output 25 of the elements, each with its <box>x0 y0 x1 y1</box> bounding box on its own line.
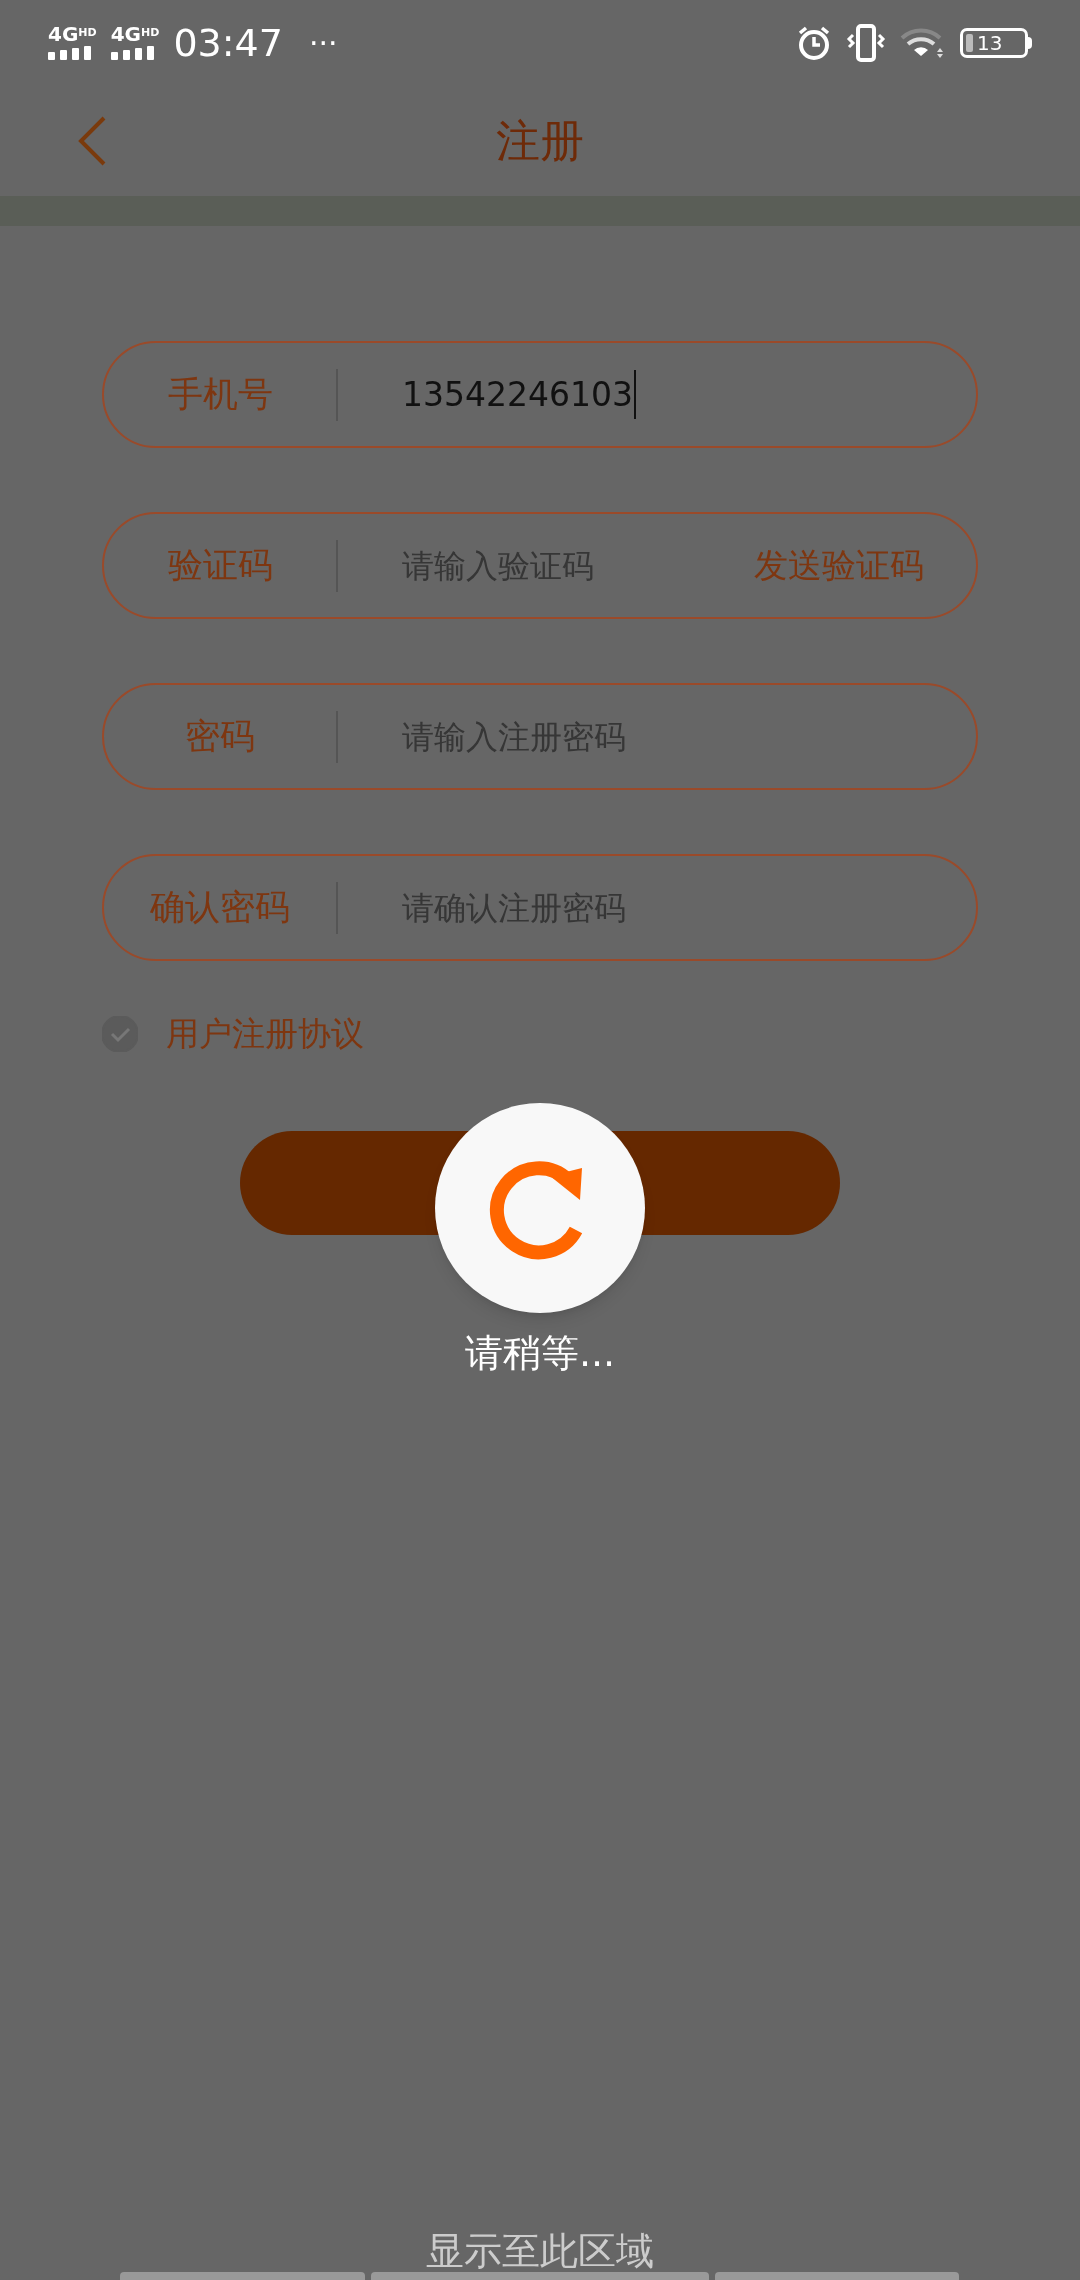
display-area-hint: 显示至此区域 <box>426 2232 654 2270</box>
back-icon[interactable] <box>76 114 108 168</box>
checkbox[interactable] <box>102 1015 138 1052</box>
signal-icon <box>110 44 157 62</box>
keyboard-key[interactable] <box>371 2272 709 2280</box>
network-type: 4G$^{HD}$ <box>48 24 97 44</box>
agreement-link[interactable]: 用户注册协议 <box>166 1009 364 1059</box>
vibrate-icon <box>846 23 886 63</box>
send-code-button[interactable]: 发送验证码 <box>754 540 924 591</box>
field-label: 密码 <box>184 715 256 759</box>
page-title: 注册 <box>496 114 584 168</box>
alarm-icon <box>796 25 832 61</box>
wifi-icon <box>900 26 946 60</box>
input-field[interactable]: 手机号 13542246103 <box>102 341 978 448</box>
field-label: 手机号 <box>166 373 274 417</box>
keyboard-key[interactable] <box>715 2272 959 2280</box>
clock: 03:47 <box>173 19 283 67</box>
field-label: 验证码 <box>166 544 274 588</box>
field-value: 13542246103 <box>402 369 636 420</box>
field-label: 确认密码 <box>149 886 291 930</box>
loading-text: 请稍等... <box>464 1330 616 1377</box>
more-indicator: ··· <box>308 24 338 63</box>
keyboard-key[interactable] <box>120 2272 365 2280</box>
network-type: 4G$^{HD}$ <box>110 24 160 44</box>
signal-icon <box>48 44 94 62</box>
